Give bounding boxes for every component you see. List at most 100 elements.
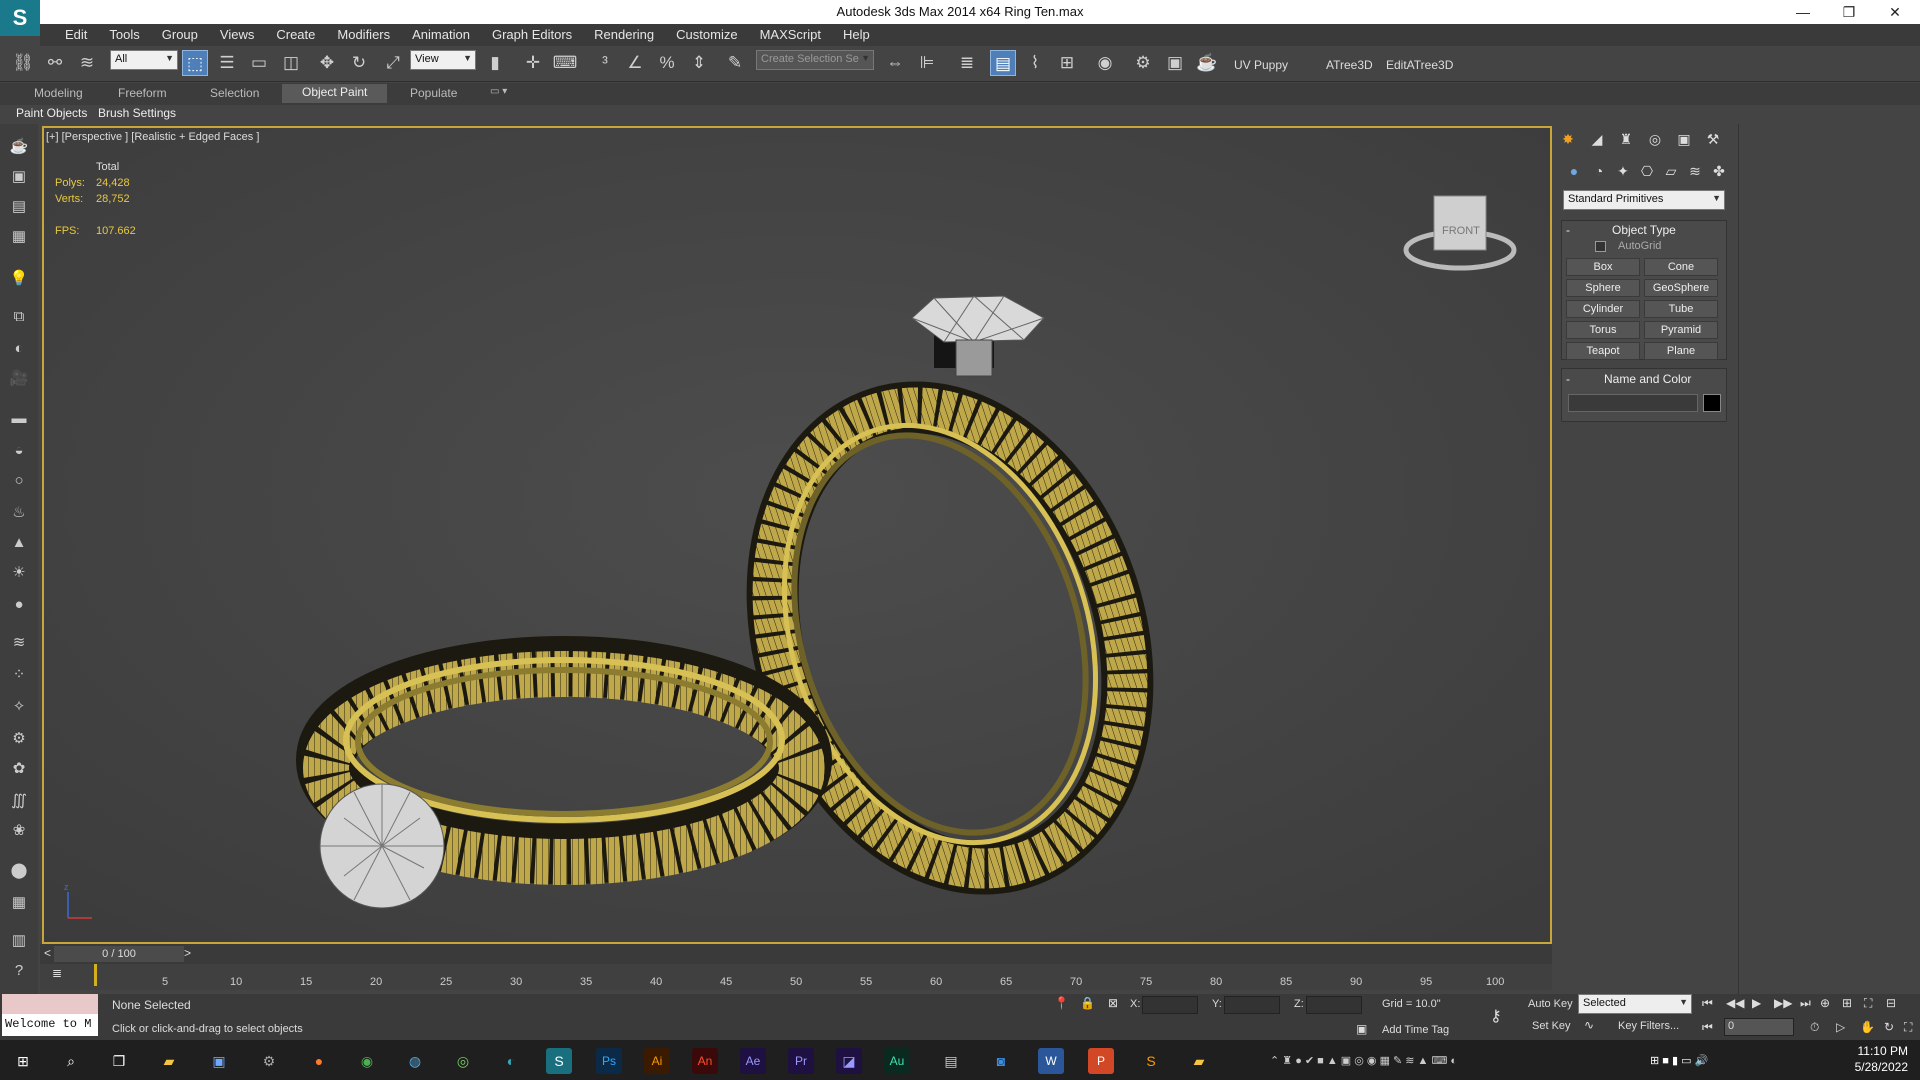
material-sphere-icon[interactable]: ⬤ [8, 860, 30, 882]
menu-views[interactable]: Views [209, 24, 265, 46]
help-icon[interactable]: ? [8, 960, 30, 982]
zoom-extents-icon[interactable]: ⛶ [1864, 996, 1872, 1011]
3ds-max-taskbar-icon[interactable]: S [546, 1048, 572, 1074]
media-encoder-icon[interactable]: ◪ [836, 1048, 862, 1074]
absolute-mode-icon[interactable]: ⊠ [1108, 996, 1118, 1010]
helper-icon[interactable]: ◐ [8, 338, 30, 360]
system-tray-icons[interactable]: ⌃ ♜ ● ✔ ■ ▲ ▣ ◎ ◉ ▦ ✎ ≋ ▲ ⌨ ◐ [1270, 1048, 1550, 1074]
key-mode-dropdown[interactable]: Selected ▼ [1578, 994, 1692, 1014]
menu-rendering[interactable]: Rendering [583, 24, 665, 46]
video-camera-icon[interactable]: 🎥 [8, 368, 30, 390]
photoshop-icon[interactable]: Ps [596, 1048, 622, 1074]
earth-icon[interactable]: ◐ [498, 1048, 524, 1074]
go-to-start-icon[interactable]: ⏮ [1702, 996, 1713, 1011]
particles-icon[interactable]: ⁘ [8, 664, 30, 686]
y-coordinate-field[interactable] [1224, 996, 1280, 1014]
key-icon[interactable]: ⚷ [1490, 1006, 1502, 1026]
torus-button[interactable]: Torus [1566, 321, 1640, 339]
pyramid-button[interactable]: Pyramid [1644, 321, 1718, 339]
time-slider-prev-icon[interactable]: < [44, 946, 51, 960]
zoom-all-icon[interactable]: ⊞ [1842, 996, 1852, 1010]
camera-icon[interactable]: ⧉ [8, 306, 30, 328]
menu-tools[interactable]: Tools [98, 24, 150, 46]
spinner-snap-icon[interactable]: ⇕ [686, 50, 712, 76]
render-setup-icon[interactable]: ⚙ [1130, 50, 1156, 76]
maxscript-mini-listener[interactable]: Welcome to M [2, 1014, 98, 1036]
audition-icon[interactable]: Au [884, 1048, 910, 1074]
category-dropdown[interactable]: Standard Primitives ▼ [1563, 190, 1725, 210]
script-icon[interactable]: ▥ [8, 930, 30, 952]
fov-icon[interactable]: ▷ [1836, 1020, 1845, 1034]
cloth-icon[interactable]: ❀ [8, 820, 30, 842]
set-key-button[interactable]: Set Key [1532, 1020, 1571, 1032]
light-icon[interactable]: 💡 [8, 268, 30, 290]
maximize-button[interactable]: ❐ [1826, 0, 1872, 24]
mini-curve-editor-icon[interactable]: ≣ [52, 966, 62, 980]
animate-icon[interactable]: An [692, 1048, 718, 1074]
app-logo[interactable]: S [0, 0, 40, 36]
percent-snap-icon[interactable]: % [654, 50, 680, 76]
maxscript-listener-pink[interactable] [2, 994, 98, 1014]
x-coordinate-field[interactable] [1142, 996, 1198, 1014]
tube-button[interactable]: Tube [1644, 300, 1718, 318]
zoom-extents-all-icon[interactable]: ⊟ [1886, 996, 1896, 1010]
object-color-swatch[interactable] [1703, 394, 1721, 412]
select-object-button[interactable]: ⬚ [182, 50, 208, 76]
sphere-icon[interactable]: ● [8, 594, 30, 616]
systems-icon[interactable]: ✤ [1708, 160, 1730, 182]
curve-icon[interactable]: ∿ [1584, 1018, 1594, 1032]
display-tab-icon[interactable]: ▣ [1673, 128, 1695, 150]
tab-populate[interactable]: Populate [410, 86, 457, 100]
outlook-icon[interactable]: ◙ [988, 1048, 1014, 1074]
gear-icon[interactable]: ⚙ [256, 1048, 282, 1074]
menu-group[interactable]: Group [151, 24, 209, 46]
maximize-viewport-icon[interactable]: ⛶ [1904, 1020, 1912, 1035]
hemisphere-icon[interactable]: ◒ [8, 440, 30, 462]
unlink-icon[interactable]: ⚯ [42, 50, 68, 76]
powerpoint-icon[interactable]: P [1088, 1048, 1114, 1074]
graphite-ribbon-icon[interactable]: ▤ [990, 50, 1016, 76]
start-icon[interactable]: ⊞ [10, 1048, 36, 1074]
rotate-icon[interactable]: ↻ [346, 50, 372, 76]
motion-tab-icon[interactable]: ◎ [1644, 128, 1666, 150]
scene-explorer-icon[interactable]: ▤ [8, 196, 30, 218]
app-window-icon[interactable]: ▤ [938, 1048, 964, 1074]
geometry-icon[interactable]: ● [1563, 160, 1585, 182]
sun-icon[interactable]: ☀ [8, 562, 30, 584]
hair-fur-icon[interactable]: ∭ [8, 790, 30, 812]
reference-coordinate-dropdown[interactable]: View ▼ [410, 50, 476, 70]
menu-customize[interactable]: Customize [665, 24, 748, 46]
teapot-button[interactable]: Teapot [1566, 342, 1640, 360]
close-button[interactable]: ✕ [1872, 0, 1918, 24]
menu-modifiers[interactable]: Modifiers [326, 24, 401, 46]
space-warps-icon[interactable]: ≋ [1684, 160, 1706, 182]
chrome-icon[interactable]: ◉ [354, 1048, 380, 1074]
move-icon[interactable]: ✥ [314, 50, 340, 76]
collapse-icon[interactable]: - [1566, 223, 1570, 237]
tray-status-icons[interactable]: ⊞ ■ ▮ ▭ 🔊 [1650, 1048, 1770, 1074]
taskbar-time[interactable]: 11:10 PM [1842, 1044, 1908, 1058]
shapes-icon[interactable]: ◔ [1588, 160, 1610, 182]
next-frame-icon[interactable]: ▶▶ [1774, 996, 1792, 1010]
isolate-icon[interactable]: 📍 [1054, 996, 1069, 1010]
window-crossing-icon[interactable]: ◫ [278, 50, 304, 76]
rect-selection-icon[interactable]: ▭ [246, 50, 272, 76]
after-effects-icon[interactable]: Ae [740, 1048, 766, 1074]
go-to-end-icon[interactable]: ⏭ [1800, 996, 1811, 1011]
cylinder-button[interactable]: Cylinder [1566, 300, 1640, 318]
named-selection-sets-dropdown[interactable]: Create Selection Se ▼ [756, 50, 874, 70]
rendered-frame-window-icon[interactable]: ▣ [1162, 50, 1188, 76]
editatree3d-button[interactable]: EditATree3D [1386, 58, 1453, 72]
layer-icon[interactable]: ▦ [8, 226, 30, 248]
menu-graph-editors[interactable]: Graph Editors [481, 24, 583, 46]
transform-icon[interactable]: ✧ [8, 696, 30, 718]
time-slider-next-icon[interactable]: > [184, 946, 191, 960]
plane-icon[interactable]: ▬ [8, 408, 30, 430]
tab-modeling[interactable]: Modeling [34, 86, 83, 100]
curve-editor-icon[interactable]: ⌇ [1022, 50, 1048, 76]
autogrid-checkbox[interactable] [1595, 241, 1606, 252]
illustrator-icon[interactable]: Ai [644, 1048, 670, 1074]
edit-named-selection-icon[interactable]: ✎ [722, 50, 748, 76]
render-production-icon[interactable]: ☕ [1194, 50, 1220, 76]
keyboard-shortcut-icon[interactable]: ⌨ [552, 50, 578, 76]
